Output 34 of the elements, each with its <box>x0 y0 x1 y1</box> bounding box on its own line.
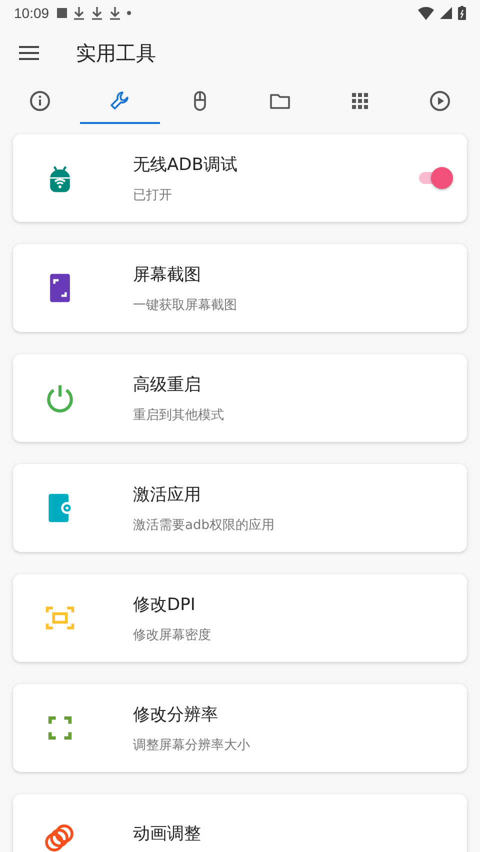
tool-subtitle: 调整屏幕分辨率大小 <box>133 736 251 754</box>
tool-card[interactable]: 高级重启 重启到其他模式 <box>13 354 467 442</box>
tool-card[interactable]: 无线ADB调试 已打开 <box>13 134 467 222</box>
tool-card[interactable]: 修改DPI 修改屏幕密度 <box>13 574 467 662</box>
battery-icon <box>458 6 466 20</box>
tool-subtitle: 一键获取屏幕截图 <box>133 296 238 314</box>
tool-title: 修改DPI <box>133 594 196 616</box>
tool-card[interactable]: 屏幕截图 一键获取屏幕截图 <box>13 244 467 332</box>
download-icon <box>73 6 86 20</box>
info-icon <box>28 89 52 113</box>
download-icon <box>91 6 104 20</box>
tool-card[interactable]: 动画调整 <box>13 794 467 852</box>
menu-icon[interactable] <box>18 45 40 61</box>
tool-title: 屏幕截图 <box>133 264 202 286</box>
tool-subtitle: 激活需要adb权限的应用 <box>133 516 276 534</box>
tool-title: 修改分辨率 <box>133 704 219 726</box>
tool-subtitle: 已打开 <box>133 186 173 204</box>
signal-icon <box>440 7 452 19</box>
status-time: 10:09 <box>14 5 50 21</box>
download-icon <box>109 6 122 20</box>
wifi-icon <box>418 6 434 20</box>
page-title: 实用工具 <box>76 40 156 66</box>
toggle-switch[interactable] <box>417 167 453 189</box>
play-icon <box>428 89 452 113</box>
tool-title: 无线ADB调试 <box>133 154 238 176</box>
tool-subtitle: 重启到其他模式 <box>133 406 225 424</box>
tool-card[interactable]: 修改分辨率 调整屏幕分辨率大小 <box>13 684 467 772</box>
dot-icon <box>127 11 132 15</box>
tool-subtitle: 修改屏幕密度 <box>133 626 212 644</box>
tool-title: 激活应用 <box>133 484 202 506</box>
tool-title: 高级重启 <box>133 374 202 396</box>
notification-icon <box>57 8 68 18</box>
tool-card[interactable]: 激活应用 激活需要adb权限的应用 <box>13 464 467 552</box>
tool-title: 动画调整 <box>133 822 202 844</box>
